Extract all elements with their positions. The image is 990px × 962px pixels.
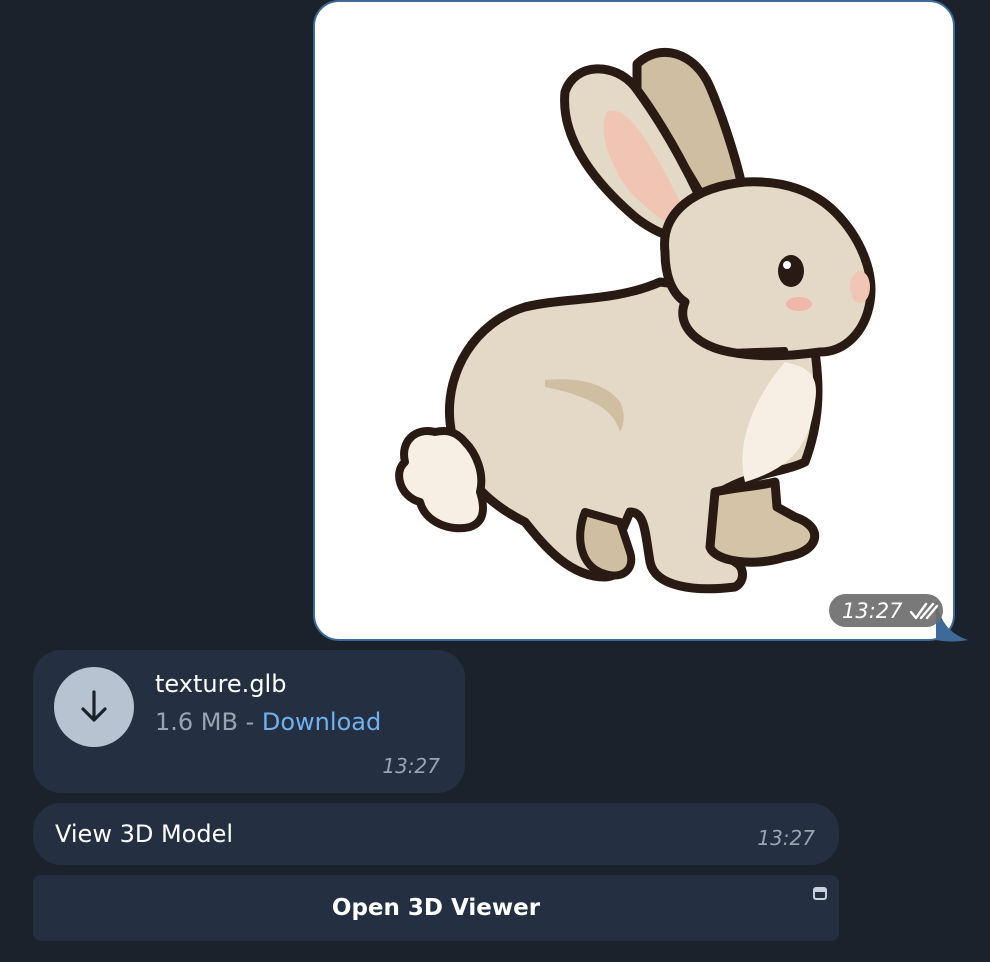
download-link[interactable]: Download — [262, 708, 381, 736]
file-meta-separator: - — [237, 708, 262, 736]
file-message-time: 13:27 — [382, 754, 440, 778]
double-check-icon — [909, 602, 938, 619]
arrow-down-icon — [81, 690, 107, 722]
image-message-time: 13:27 — [842, 598, 903, 623]
file-message-bubble: texture.glb 1.6 MB - Download 13:27 — [33, 650, 465, 793]
download-button[interactable] — [54, 667, 134, 747]
file-name: texture.glb — [155, 670, 287, 698]
image-message-time-badge: 13:27 — [829, 594, 943, 627]
text-message-bubble: View 3D Model 13:27 — [33, 803, 839, 865]
open-3d-viewer-button[interactable]: Open 3D Viewer — [33, 875, 839, 941]
image-message-bubble[interactable] — [313, 0, 955, 641]
rabbit-image — [395, 47, 876, 594]
chat-area: 13:27 texture.glb 1.6 MB - Download 13:2… — [0, 0, 990, 962]
message-text: View 3D Model — [55, 820, 234, 848]
web-app-icon — [813, 887, 827, 900]
file-meta: 1.6 MB - Download — [155, 708, 381, 736]
text-message-time: 13:27 — [757, 826, 815, 850]
file-size: 1.6 MB — [155, 708, 238, 736]
open-3d-viewer-label: Open 3D Viewer — [331, 895, 541, 921]
